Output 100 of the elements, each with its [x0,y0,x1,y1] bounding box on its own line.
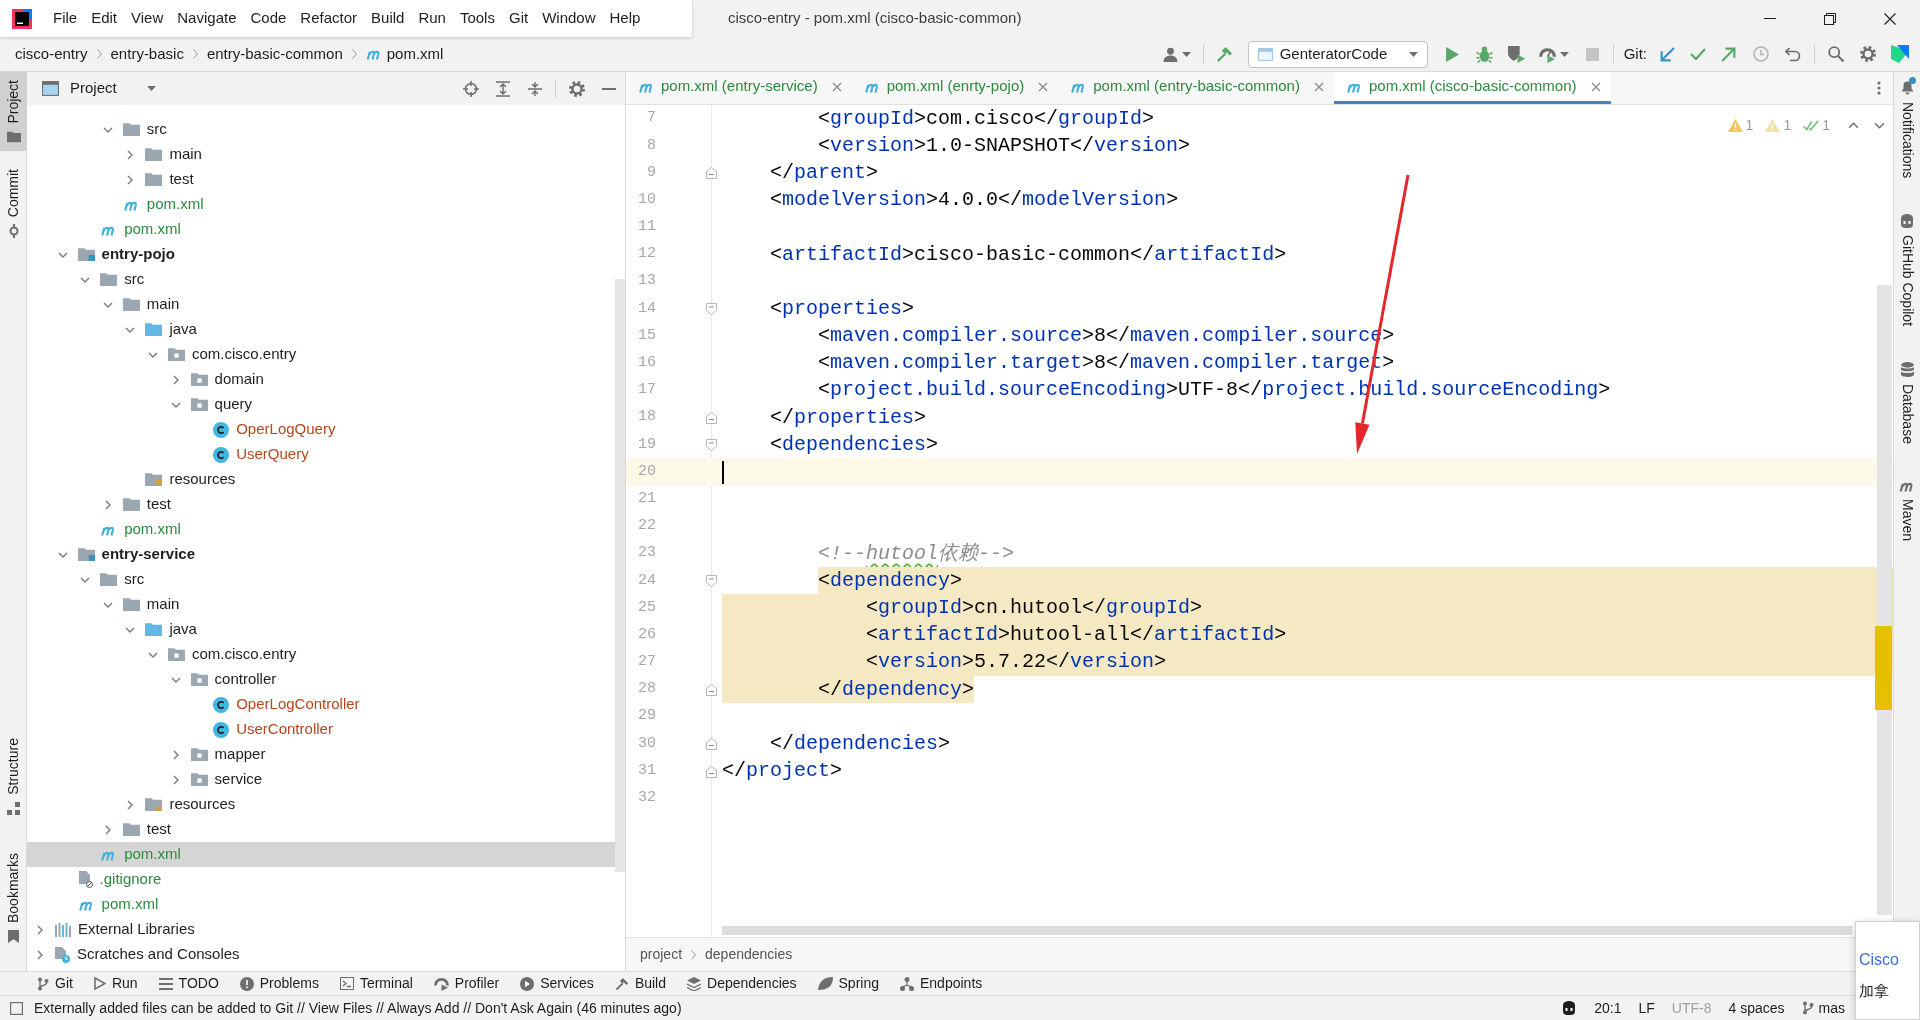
chevron-down-icon[interactable] [57,251,68,258]
notification-title[interactable]: Cisco [1859,948,1919,972]
chevron-down-icon[interactable] [102,126,113,133]
tool-window-tab[interactable]: Maven [1896,476,1918,546]
tree-item[interactable]: main [122,293,180,316]
tree-item[interactable]: src [122,118,167,141]
shield-play-icon[interactable] [1507,45,1525,63]
tool-window-title[interactable]: Project [42,77,156,100]
chevron-down-icon[interactable] [148,351,158,358]
chevron-down-icon[interactable] [80,576,91,583]
fold-icon[interactable] [706,167,717,180]
bug-icon[interactable] [1475,45,1493,63]
chevron-right-icon[interactable] [172,774,179,785]
tree-item[interactable]: main [145,143,202,166]
more-icon[interactable] [1877,81,1881,95]
breadcrumb-item[interactable]: cisco-entry [15,42,88,66]
caret-down-icon[interactable] [1181,51,1191,57]
hammer-icon[interactable] [1215,45,1233,63]
tool-window-tab[interactable]: Structure [0,730,27,823]
caret-down-icon[interactable] [1408,51,1418,57]
tool-window-button[interactable]: Problems [239,973,319,994]
run-configuration-dropdown[interactable]: GenteratorCode [1247,40,1428,68]
breadcrumb-item[interactable]: entry-basic [110,42,184,66]
menu-item[interactable]: Run [411,7,453,30]
tool-window-button[interactable]: Services [520,973,594,994]
tree-item[interactable]: test [122,818,171,841]
breadcrumb-item[interactable]: pom.xml [365,42,444,66]
tree-item[interactable]: java [145,318,197,341]
tree-item[interactable]: OperLogQuery [213,418,336,441]
tool-window-button[interactable]: Git [37,973,73,994]
chevron-down-icon[interactable] [148,651,158,658]
tree-item[interactable]: test [122,493,171,516]
panel-icon[interactable] [10,1001,23,1015]
tool-window-tab[interactable]: GitHub Copilot [1896,210,1918,331]
crosshair-icon[interactable] [463,80,479,97]
chevron-right-icon[interactable] [37,949,43,960]
fold-icon[interactable] [706,765,717,778]
chevron-down-icon[interactable] [102,301,113,308]
tree-item[interactable]: Scratches and Consoles [55,943,240,966]
chevron-down-icon[interactable] [57,551,68,558]
tool-window-tab[interactable]: Notifications [1896,76,1918,183]
tool-window-button[interactable]: Spring [817,973,879,994]
tree-item[interactable]: src [100,568,145,591]
menu-item[interactable]: Window [535,7,603,30]
tool-window-tab[interactable]: Bookmarks [0,844,27,951]
tree-item[interactable]: .gitignore [77,868,162,891]
menu-item[interactable]: Help [602,7,648,30]
tool-window-button[interactable]: Build [614,973,666,994]
tool-window-button[interactable]: Endpoints [900,973,983,994]
arrow-down-left-icon[interactable] [1660,46,1675,62]
tool-window-button[interactable]: Run [93,973,138,994]
caret-down-icon[interactable] [1559,51,1569,57]
tree-item[interactable]: UserQuery [213,443,309,466]
settings-icon[interactable] [569,80,585,97]
tool-window-button[interactable]: TODO [158,973,219,994]
tool-window-button[interactable]: Dependencies [687,973,797,994]
minimize-icon[interactable] [602,87,616,90]
settings-icon[interactable] [1860,46,1876,62]
logo-icon[interactable] [1891,45,1909,63]
undo-icon[interactable] [1785,46,1801,62]
scrollbar[interactable] [615,279,625,872]
app-logo-icon[interactable] [12,8,32,29]
fold-icon[interactable] [706,738,717,751]
tree-item[interactable]: pom.xml [100,518,181,541]
tree-item[interactable]: service [190,768,263,791]
chevron-right-icon[interactable] [127,149,134,160]
tree-item[interactable]: UserController [213,718,333,741]
branch-widget[interactable]: mas [1801,997,1845,1019]
editor-tab[interactable]: pom.xml (cisco-basic-common) [1333,72,1611,104]
chevron-right-icon[interactable] [37,924,43,935]
menu-item[interactable]: Navigate [170,7,244,30]
tree-item[interactable]: com.cisco.entry [168,343,297,366]
chevron-down-icon[interactable] [80,276,91,283]
status-message[interactable]: Externally added files can be added to Git // View Files // Always Add // Don't Ask Again (46 minutes ago) [34,997,682,1019]
tree-item[interactable]: External Libraries [55,918,195,941]
tree-item[interactable]: pom.xml [77,893,159,916]
fold-icon[interactable] [706,683,717,696]
tree-item[interactable]: query [190,393,253,416]
chevron-right-icon[interactable] [172,374,179,385]
chevron-down-icon[interactable] [102,601,113,608]
menu-item[interactable]: Code [243,7,294,30]
tree-item[interactable]: main [122,593,180,616]
chevron-down-icon[interactable] [1874,122,1885,129]
menu-item[interactable]: Build [364,7,412,30]
editor-tab[interactable]: pom.xml (enrty-pojo) [851,72,1059,104]
chevron-up-icon[interactable] [1848,122,1859,129]
chevron-down-icon[interactable] [125,326,136,333]
tool-window-button[interactable]: Terminal [339,973,413,994]
person-icon[interactable] [1162,46,1178,62]
tree-item[interactable]: domain [190,368,264,391]
menu-item[interactable]: Refactor [293,7,365,30]
horizontal-scrollbar[interactable] [722,926,1852,935]
tree-item[interactable]: mapper [190,743,266,766]
status-widget[interactable]: 4 spaces [1728,997,1785,1019]
robot-icon[interactable] [1561,1001,1578,1015]
tool-window-tab[interactable]: Commit [0,160,27,246]
chevron-right-icon[interactable] [104,824,111,835]
editor-tab[interactable]: pom.xml (entry-service) [626,72,852,104]
chevron-down-icon[interactable] [170,676,181,683]
tree-item[interactable]: OperLogController [213,693,360,716]
